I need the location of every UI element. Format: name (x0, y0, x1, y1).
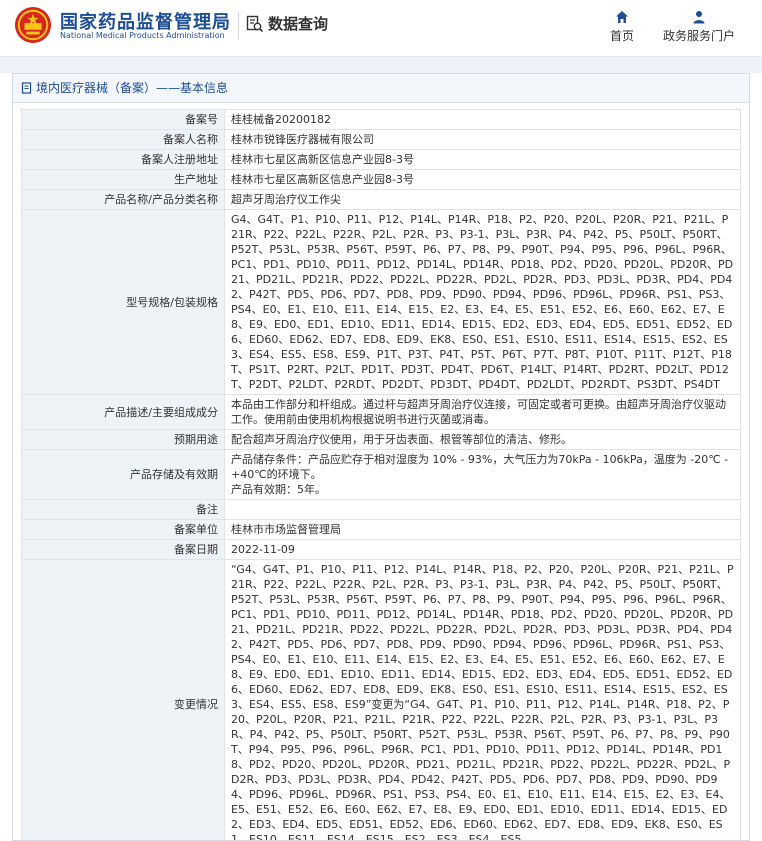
field-label: 备案人名称 (22, 130, 225, 150)
field-value: “G4、G4T、P1、P10、P11、P12、P14L、P14R、P18、P2、… (225, 560, 741, 841)
detail-sheet: 备案号 桂桂械备20200182 备案人名称 桂林市锐锋医疗器械有限公司 备案人… (13, 103, 749, 841)
table-row: 备案日期 2022-11-09 (22, 540, 741, 560)
data-query-label: 数据查询 (268, 13, 328, 34)
table-row: 型号规格/包装规格 G4、G4T、P1、P10、P11、P12、P14L、P14… (22, 210, 741, 395)
home-icon (615, 10, 629, 24)
data-query-icon (246, 15, 264, 33)
table-row: 备案号 桂桂械备20200182 (22, 110, 741, 130)
field-label: 备案日期 (22, 540, 225, 560)
document-icon (21, 82, 33, 94)
table-row: 产品存储及有效期 产品储存条件：产品应贮存于相对湿度为 10% - 93%，大气… (22, 450, 741, 500)
field-label: 型号规格/包装规格 (22, 210, 225, 395)
field-label: 备案人注册地址 (22, 150, 225, 170)
field-value: 2022-11-09 (225, 540, 741, 560)
field-value: 产品储存条件：产品应贮存于相对湿度为 10% - 93%，大气压力为70kPa … (225, 450, 741, 500)
table-row: 生产地址 桂林市七星区高新区信息产业园8-3号 (22, 170, 741, 190)
breadcrumb-text: 境内医疗器械（备案）——基本信息 (36, 74, 228, 102)
breadcrumb: 境内医疗器械（备案）——基本信息 (13, 74, 749, 103)
nav-service-portal-label: 政务服务门户 (663, 27, 735, 44)
field-label: 产品名称/产品分类名称 (22, 190, 225, 210)
header-divider (238, 12, 239, 40)
table-row: 备案单位 桂林市市场监督管理局 (22, 520, 741, 540)
field-label: 预期用途 (22, 430, 225, 450)
field-label: 产品描述/主要组成成分 (22, 395, 225, 430)
field-label: 备注 (22, 500, 225, 520)
field-label: 生产地址 (22, 170, 225, 190)
data-query-link[interactable]: 数据查询 (246, 13, 328, 34)
field-value: 桂林市锐锋医疗器械有限公司 (225, 130, 741, 150)
field-value: 桂桂械备20200182 (225, 110, 741, 130)
detail-table: 备案号 桂桂械备20200182 备案人名称 桂林市锐锋医疗器械有限公司 备案人… (21, 109, 741, 841)
table-row: 变更情况 “G4、G4T、P1、P10、P11、P12、P14L、P14R、P1… (22, 560, 741, 841)
table-row: 预期用途 配合超声牙周治疗仪使用，用于牙齿表面、根管等部位的清洁、修形。 (22, 430, 741, 450)
site-header: 国家药品监督管理局 National Medical Products Admi… (0, 0, 762, 57)
table-row: 产品名称/产品分类名称 超声牙周治疗仪工作尖 (22, 190, 741, 210)
field-value: 配合超声牙周治疗仪使用，用于牙齿表面、根管等部位的清洁、修形。 (225, 430, 741, 450)
table-row: 备案人名称 桂林市锐锋医疗器械有限公司 (22, 130, 741, 150)
page-gap (0, 57, 762, 73)
field-label: 备案单位 (22, 520, 225, 540)
table-row: 产品描述/主要组成成分 本品由工作部分和杆组成。通过杆与超声牙周治疗仪连接，可固… (22, 395, 741, 430)
field-value: 桂林市七星区高新区信息产业园8-3号 (225, 170, 741, 190)
nav-home-label: 首页 (610, 27, 634, 44)
field-label: 变更情况 (22, 560, 225, 841)
site-name-en: National Medical Products Administration (60, 31, 225, 40)
field-label: 备案号 (22, 110, 225, 130)
table-row: 备注 (22, 500, 741, 520)
nav-service-portal[interactable]: 政务服务门户 (663, 10, 735, 44)
field-value: 本品由工作部分和杆组成。通过杆与超声牙周治疗仪连接，可固定或者可更换。由超声牙周… (225, 395, 741, 430)
table-row: 备案人注册地址 桂林市七星区高新区信息产业园8-3号 (22, 150, 741, 170)
detail-panel: 境内医疗器械（备案）——基本信息 备案号 桂桂械备20200182 备案人名称 … (12, 73, 750, 841)
field-value: 超声牙周治疗仪工作尖 (225, 190, 741, 210)
field-value (225, 500, 741, 520)
nav-home[interactable]: 首页 (610, 10, 634, 44)
user-icon (692, 10, 706, 24)
field-value: 桂林市市场监督管理局 (225, 520, 741, 540)
field-value: 桂林市七星区高新区信息产业园8-3号 (225, 150, 741, 170)
national-emblem-icon (14, 6, 52, 44)
field-label: 产品存储及有效期 (22, 450, 225, 500)
field-value: G4、G4T、P1、P10、P11、P12、P14L、P14R、P18、P2、P… (225, 210, 741, 395)
